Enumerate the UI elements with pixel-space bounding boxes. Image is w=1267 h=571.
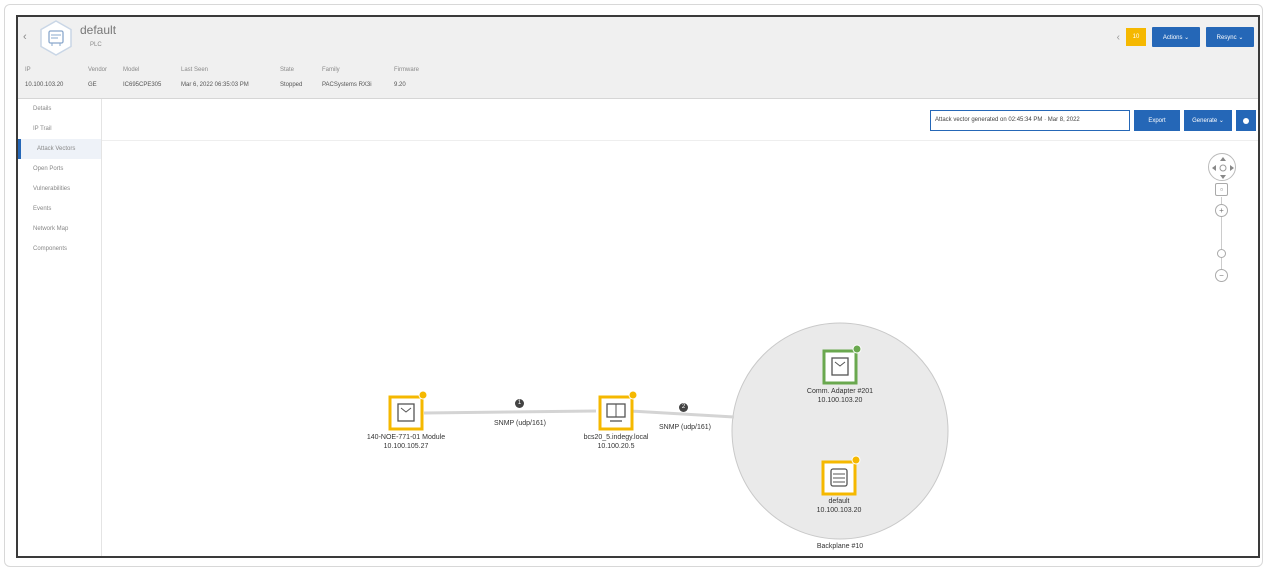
meta-label: Model xyxy=(123,67,140,73)
sidebar-item-components[interactable]: Components xyxy=(18,239,101,259)
sidebar-item-vulnerabilities[interactable]: Vulnerabilities xyxy=(18,179,101,199)
meta-label: IP xyxy=(25,67,31,73)
attack-vector-toolbar: Attack vector generated on 02:45:34 PM ·… xyxy=(102,99,1258,141)
meta-value: IC695CPE305 xyxy=(123,82,162,88)
node-ip: 10.100.20.5 xyxy=(597,443,635,450)
meta-label: Firmware xyxy=(394,67,419,73)
sidebar-item-open-ports[interactable]: Open Ports xyxy=(18,159,101,179)
asset-sidebar: Details IP Trail Attack Vectors Open Por… xyxy=(18,99,102,556)
node-ip: 10.100.105.27 xyxy=(383,443,429,450)
meta-value: GE xyxy=(88,82,97,88)
generate-button[interactable]: Generate ⌄ xyxy=(1184,110,1232,131)
node-name: default xyxy=(828,498,850,505)
sidebar-item-events[interactable]: Events xyxy=(18,199,101,219)
meta-model: Model IC695CPE305 xyxy=(123,67,161,88)
asset-type: PLC xyxy=(90,42,102,48)
meta-value: Stopped xyxy=(280,82,303,88)
edge-label: SNMP (udp/161) xyxy=(494,420,547,427)
meta-label: State xyxy=(280,67,295,73)
node-ip: 10.100.103.20 xyxy=(817,397,863,404)
sidebar-item-attack-vectors[interactable]: Attack Vectors xyxy=(18,139,101,159)
node-name: 140-NOE-771-01 Module xyxy=(366,434,446,441)
circle-icon xyxy=(1243,117,1249,124)
actions-button[interactable]: Actions ⌄ xyxy=(1152,27,1200,47)
attack-vector-select[interactable]: Attack vector generated on 02:45:34 PM ·… xyxy=(930,110,1130,131)
node-name: bcs20_5.indegy.local xyxy=(583,434,649,441)
step-badge: 2 xyxy=(679,403,688,412)
risk-badge[interactable]: 10 xyxy=(1126,28,1146,46)
node-name: Comm. Adapter #201 xyxy=(806,388,874,395)
meta-value: 9.20 xyxy=(394,82,406,88)
node-label: 140-NOE-771-01 Module 10.100.105.27 xyxy=(356,433,456,451)
settings-button[interactable] xyxy=(1236,110,1256,131)
meta-state: State Stopped xyxy=(280,67,302,88)
node-default-plc[interactable] xyxy=(821,455,861,496)
meta-label: Family xyxy=(322,67,340,73)
node-comm-adapter[interactable] xyxy=(822,344,862,385)
back-button[interactable]: ‹ xyxy=(23,31,27,43)
sidebar-item-ip-trail[interactable]: IP Trail xyxy=(18,119,101,139)
node-140-noe-module[interactable] xyxy=(388,390,428,431)
node-label: bcs20_5.indegy.local 10.100.20.5 xyxy=(566,433,666,451)
sidebar-item-details[interactable]: Details xyxy=(18,99,101,119)
meta-family: Family PACSystems RX3i xyxy=(322,67,372,88)
meta-label: Vendor xyxy=(88,67,108,73)
meta-label: Last Seen xyxy=(181,67,209,73)
attack-vector-canvas[interactable]: ▫ + − 1 SNMP (udp/161) 2 SNMP (udp/161) … xyxy=(102,141,1258,556)
asset-header: ‹ default PLC IP 10.100.103.20 Vendor GE… xyxy=(18,17,1258,99)
plc-icon xyxy=(40,20,72,56)
export-button[interactable]: Export xyxy=(1134,110,1180,131)
asset-name: default xyxy=(80,23,117,37)
node-bcs20[interactable] xyxy=(598,390,638,431)
step-badge: 1 xyxy=(515,399,524,408)
meta-firmware: Firmware 9.20 xyxy=(394,67,419,88)
node-label: default 10.100.103.20 xyxy=(789,497,889,515)
node-label: Comm. Adapter #201 10.100.103.20 xyxy=(790,387,890,405)
meta-ip: IP 10.100.103.20 xyxy=(25,67,63,88)
edge-1 xyxy=(423,409,597,415)
sidebar-item-network-map[interactable]: Network Map xyxy=(18,219,101,239)
node-ip: 10.100.103.20 xyxy=(816,507,862,514)
meta-value: Mar 6, 2022 06:35:03 PM xyxy=(181,82,249,88)
meta-last-seen: Last Seen Mar 6, 2022 06:35:03 PM xyxy=(181,67,249,88)
asset-details-window: ‹ default PLC IP 10.100.103.20 Vendor GE… xyxy=(16,15,1260,558)
resync-button[interactable]: Resync ⌄ xyxy=(1206,27,1254,47)
edge-label: SNMP (udp/161) xyxy=(659,424,712,431)
group-label: Backplane #10 xyxy=(816,543,864,550)
meta-vendor: Vendor GE xyxy=(88,67,107,88)
meta-value: 10.100.103.20 xyxy=(25,82,64,88)
meta-value: PACSystems RX3i xyxy=(322,82,372,88)
attack-graph xyxy=(388,322,949,540)
chevron-left-icon[interactable]: ‹ xyxy=(1117,32,1120,43)
header-actions: ‹ 10 Actions ⌄ Resync ⌄ xyxy=(1117,27,1254,47)
